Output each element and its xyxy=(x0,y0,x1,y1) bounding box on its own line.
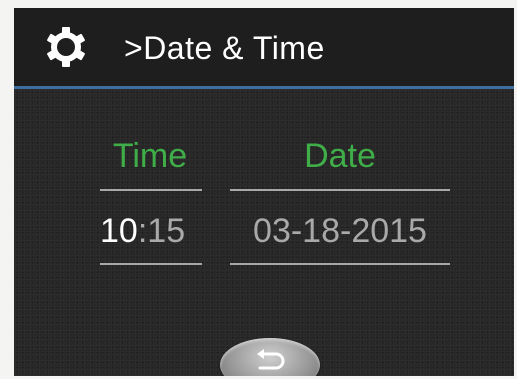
header-divider xyxy=(14,86,514,89)
date-column-label: Date xyxy=(304,137,376,175)
date-field[interactable]: 03-18-2015 xyxy=(230,211,450,251)
time-bottom-divider xyxy=(100,263,202,265)
page-title: >Date & Time xyxy=(124,30,325,66)
gear-icon xyxy=(47,27,85,67)
time-field[interactable]: 10:15 xyxy=(100,211,185,251)
device-screen: >Date & Time Time Date 10:15 03-18-2015 xyxy=(14,8,514,376)
hours-value[interactable]: 10 xyxy=(100,212,138,250)
date-bottom-divider xyxy=(230,263,450,265)
header-bar: >Date & Time xyxy=(14,8,514,86)
back-button[interactable] xyxy=(220,338,320,376)
minutes-value[interactable]: 15 xyxy=(147,212,185,250)
time-column-label: Time xyxy=(112,137,188,175)
time-separator: : xyxy=(137,212,148,250)
time-top-divider xyxy=(100,189,202,191)
return-arrow-icon xyxy=(257,349,285,370)
date-top-divider xyxy=(230,189,450,191)
